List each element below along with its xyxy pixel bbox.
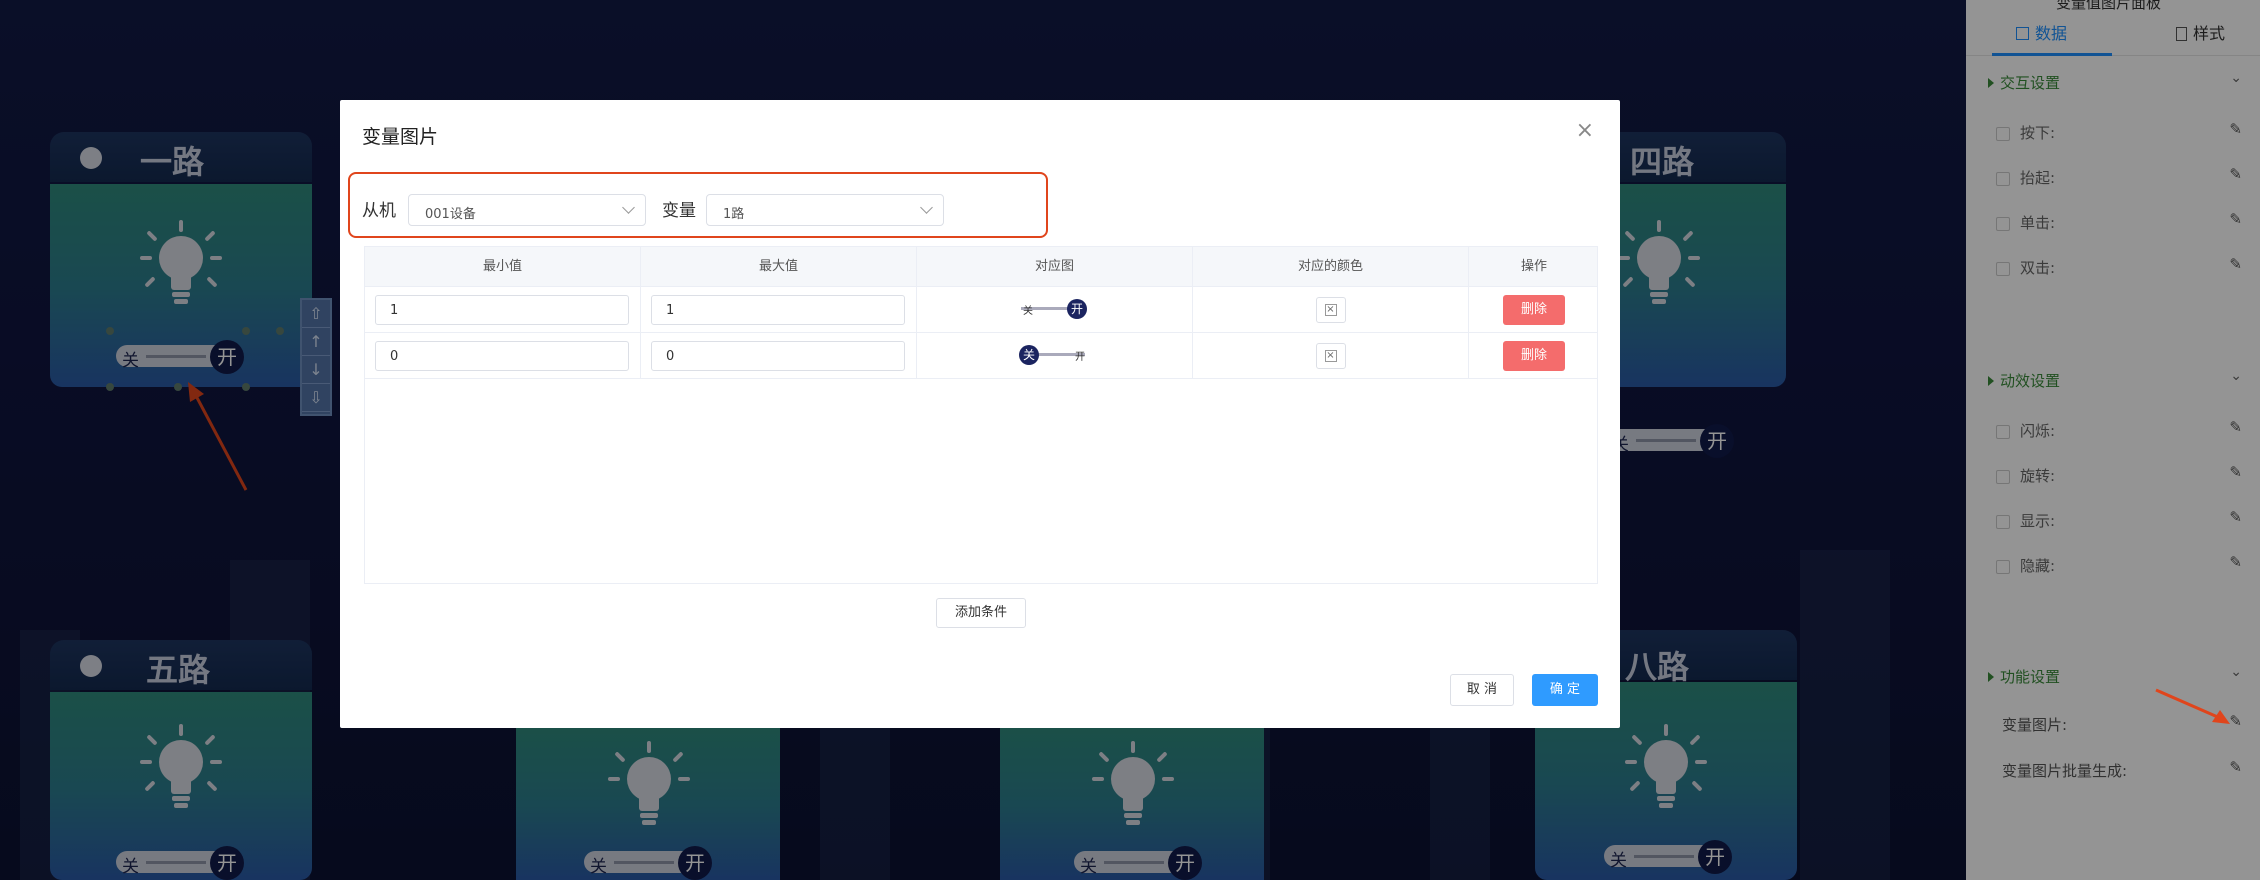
close-icon: ×: [1324, 304, 1337, 316]
min-cell: 0: [365, 333, 641, 379]
chevron-down-icon: [920, 201, 933, 214]
slave-label: 从机: [362, 201, 396, 221]
table-row: 1 1 关 开 × 删除: [365, 287, 1597, 333]
column-header: 对应的颜色: [1193, 247, 1469, 287]
annotation-arrow: [2155, 688, 2230, 724]
color-picker[interactable]: ×: [1315, 343, 1346, 369]
max-value-input[interactable]: 0: [651, 341, 905, 371]
column-header: 对应图: [917, 247, 1193, 287]
action-cell: 删除: [1469, 287, 1599, 333]
dialog-title: 变量图片: [362, 126, 439, 148]
table-header: 最小值 最大值 对应图 对应的颜色 操作: [365, 247, 1597, 287]
color-cell: ×: [1193, 287, 1469, 333]
chevron-down-icon: [622, 201, 635, 214]
min-cell: 1: [365, 287, 641, 333]
column-header: 最大值: [641, 247, 917, 287]
slave-select[interactable]: 001设备: [408, 194, 646, 226]
color-picker[interactable]: ×: [1315, 297, 1346, 323]
close-icon: ×: [1324, 350, 1337, 362]
add-condition-button[interactable]: 添加条件: [936, 598, 1026, 628]
image-preview-off[interactable]: 关 开: [1019, 343, 1091, 367]
max-value-input[interactable]: 1: [651, 295, 905, 325]
confirm-button[interactable]: 确 定: [1532, 674, 1598, 706]
conditions-table: 最小值 最大值 对应图 对应的颜色 操作 1 1 关 开 × 删除 0 0 关 …: [364, 246, 1598, 584]
max-cell: 0: [641, 333, 917, 379]
delete-button[interactable]: 删除: [1503, 295, 1565, 325]
image-cell: 关 开: [917, 287, 1193, 333]
table-row: 0 0 关 开 × 删除: [365, 333, 1597, 379]
column-header: 操作: [1520, 259, 1547, 274]
close-icon[interactable]: ×: [1576, 118, 1594, 143]
variable-select[interactable]: 1路: [706, 194, 944, 226]
color-cell: ×: [1193, 333, 1469, 379]
max-cell: 1: [641, 287, 917, 333]
image-cell: 关 开: [917, 333, 1193, 379]
column-header: 最小值: [365, 247, 641, 287]
cancel-button[interactable]: 取 消: [1450, 674, 1514, 706]
variable-image-dialog: 变量图片 × 从机 001设备 变量 1路 最小值 最大值 对应图 对应的颜色 …: [340, 100, 1620, 728]
delete-button[interactable]: 删除: [1503, 341, 1565, 371]
action-cell: 删除: [1469, 333, 1599, 379]
variable-label: 变量: [662, 201, 696, 221]
min-value-input[interactable]: 1: [375, 295, 629, 325]
image-preview-on[interactable]: 关 开: [1019, 297, 1091, 321]
min-value-input[interactable]: 0: [375, 341, 629, 371]
